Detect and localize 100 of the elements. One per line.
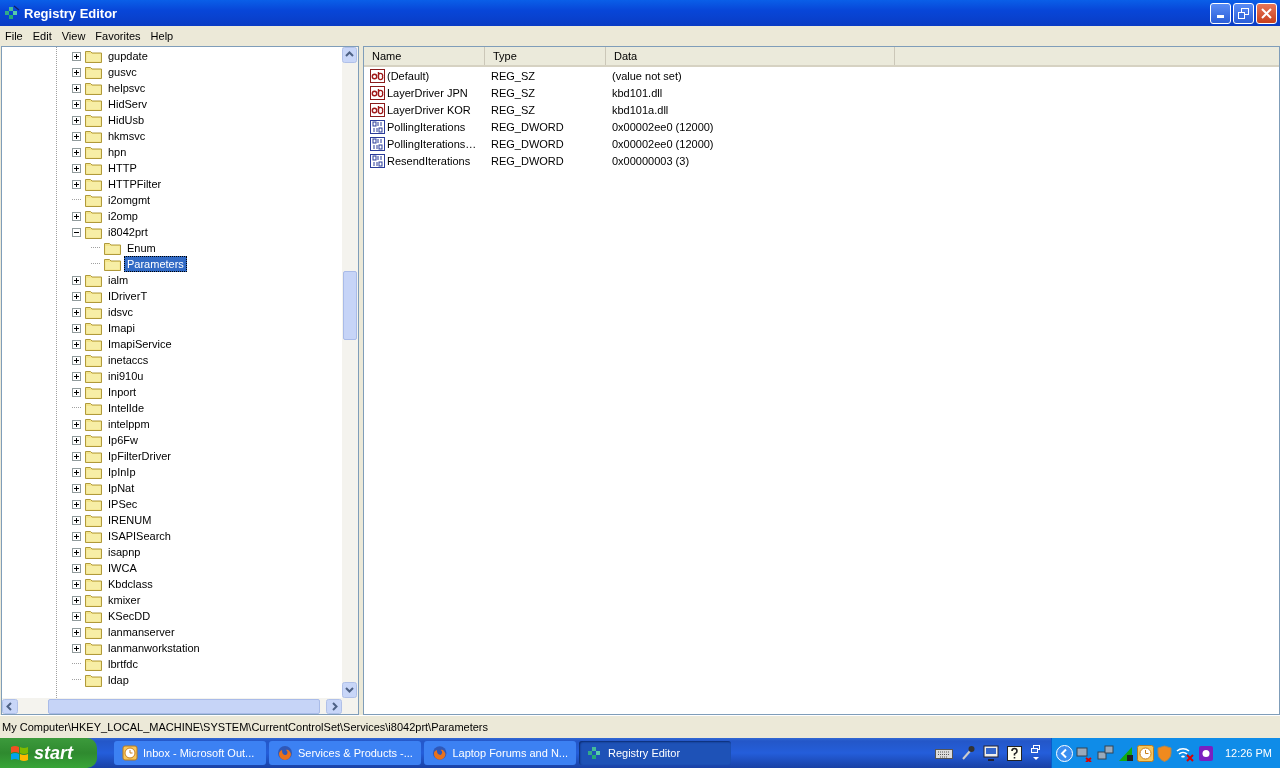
network-computers-icon[interactable] xyxy=(1096,744,1115,762)
expander-icon[interactable] xyxy=(72,563,81,573)
tree-item[interactable]: IRENUM xyxy=(105,512,155,528)
taskbar-button[interactable]: Registry Editor xyxy=(579,741,731,765)
vertical-scrollbar[interactable] xyxy=(342,47,358,698)
tree-item[interactable]: idsvc xyxy=(105,304,137,320)
expander-icon[interactable] xyxy=(72,547,81,557)
expander-icon[interactable] xyxy=(72,595,81,605)
app-icon[interactable] xyxy=(1197,744,1214,762)
tree-item[interactable]: Ip6Fw xyxy=(105,432,141,448)
tree-item[interactable]: Imapi xyxy=(105,320,138,336)
expander-icon[interactable] xyxy=(72,499,81,509)
expander-icon[interactable] xyxy=(72,147,81,157)
taskbar-button[interactable]: Services & Products -... xyxy=(269,741,421,765)
horizontal-scrollbar[interactable] xyxy=(2,698,358,714)
menu-item[interactable]: Help xyxy=(145,30,179,42)
column-header[interactable]: Type xyxy=(485,47,606,65)
expander-icon[interactable] xyxy=(72,371,81,381)
tree-item[interactable]: IpNat xyxy=(105,480,138,496)
expander-icon[interactable] xyxy=(72,291,81,301)
scroll-thumb[interactable] xyxy=(48,698,320,714)
keyboard-icon[interactable] xyxy=(934,747,953,759)
tree-item[interactable]: ialm xyxy=(105,272,132,288)
tree-item[interactable]: kmixer xyxy=(105,592,144,608)
expander-icon[interactable] xyxy=(72,643,81,653)
tree-item[interactable]: HTTP xyxy=(105,160,140,176)
tree-item[interactable]: ISAPISearch xyxy=(105,528,174,544)
chevron-left-icon[interactable] xyxy=(1055,744,1073,762)
expander-icon[interactable] xyxy=(72,227,81,237)
tree-item[interactable]: helpsvc xyxy=(105,80,149,96)
expander-icon[interactable] xyxy=(72,51,81,61)
tree-item[interactable]: Parameters xyxy=(124,256,187,272)
tree-item[interactable]: HTTPFilter xyxy=(105,176,165,192)
tree-item[interactable]: IDriverT xyxy=(105,288,151,304)
tree-item[interactable]: intelppm xyxy=(105,416,153,432)
start-button[interactable]: start xyxy=(0,738,97,768)
scroll-down-icon[interactable] xyxy=(342,682,357,698)
microphone-icon[interactable] xyxy=(960,745,975,761)
taskbar-button[interactable]: Laptop Forums and N... xyxy=(424,741,576,765)
expander-icon[interactable] xyxy=(72,515,81,525)
expander-icon[interactable] xyxy=(72,99,81,109)
expander-icon[interactable] xyxy=(72,579,81,589)
expander-icon[interactable] xyxy=(72,115,81,125)
value-name[interactable]: PollingIterations… xyxy=(387,137,477,150)
scroll-up-icon[interactable] xyxy=(342,47,357,63)
tree-item[interactable]: IWCA xyxy=(105,560,140,576)
expander-icon[interactable] xyxy=(72,435,81,445)
scroll-left-icon[interactable] xyxy=(2,698,18,714)
expander-icon[interactable] xyxy=(72,339,81,349)
menu-item[interactable]: View xyxy=(56,30,91,42)
clock-icon[interactable] xyxy=(1136,744,1154,762)
tree-item[interactable]: hkmsvc xyxy=(105,128,149,144)
tree-item[interactable]: lbrtfdc xyxy=(105,656,141,672)
tree-item[interactable]: IPSec xyxy=(105,496,141,512)
tree-item[interactable]: ImapiService xyxy=(105,336,175,352)
close-button[interactable] xyxy=(1256,2,1277,24)
value-name[interactable]: LayerDriver JPN xyxy=(387,86,468,99)
scroll-thumb[interactable] xyxy=(343,271,357,340)
expander-icon[interactable] xyxy=(72,387,81,397)
expander-icon[interactable] xyxy=(72,467,81,477)
menu-item[interactable]: Edit xyxy=(27,30,57,42)
expander-icon[interactable] xyxy=(72,627,81,637)
tree-item[interactable]: IntelIde xyxy=(105,400,148,416)
tree-item[interactable]: IpInIp xyxy=(105,464,139,480)
expander-icon[interactable] xyxy=(72,611,81,621)
expander-icon[interactable] xyxy=(72,307,81,317)
menu-item[interactable]: File xyxy=(0,30,28,42)
tree-item[interactable]: ini910u xyxy=(105,368,147,384)
tree-item[interactable]: Enum xyxy=(124,240,159,256)
menu-item[interactable]: Favorites xyxy=(90,30,146,42)
expander-icon[interactable] xyxy=(72,355,81,365)
help-icon[interactable] xyxy=(1006,745,1022,761)
window-switch-icon[interactable] xyxy=(1029,745,1042,761)
column-header[interactable]: Name xyxy=(364,47,485,65)
expander-icon[interactable] xyxy=(72,83,81,93)
tree-item[interactable]: IpFilterDriver xyxy=(105,448,174,464)
tree-item[interactable]: lanmanserver xyxy=(105,624,178,640)
minimize-button[interactable] xyxy=(1210,2,1231,24)
expander-icon[interactable] xyxy=(72,275,81,285)
tree-item[interactable]: lanmanworkstation xyxy=(105,640,203,656)
value-name[interactable]: ResendIterations xyxy=(387,154,471,167)
tree-item[interactable]: Inport xyxy=(105,384,140,400)
tree-item[interactable]: i2omp xyxy=(105,208,141,224)
monitor-icon[interactable] xyxy=(982,745,999,761)
expander-icon[interactable] xyxy=(72,451,81,461)
tree-item[interactable]: HidUsb xyxy=(105,112,148,128)
tree-item[interactable]: gusvc xyxy=(105,64,140,80)
taskbar-button[interactable]: Inbox - Microsoft Out... xyxy=(114,741,266,765)
expander-icon[interactable] xyxy=(72,163,81,173)
network-disconnected-icon[interactable] xyxy=(1075,744,1094,762)
value-name[interactable]: PollingIterations xyxy=(387,120,466,133)
value-name[interactable]: LayerDriver KOR xyxy=(387,103,471,116)
expander-icon[interactable] xyxy=(72,483,81,493)
expander-icon[interactable] xyxy=(72,211,81,221)
column-header[interactable]: Data xyxy=(606,47,895,65)
tree-item[interactable]: Kbdclass xyxy=(105,576,156,592)
tree-item[interactable]: i2omgmt xyxy=(105,192,154,208)
tree-item[interactable]: hpn xyxy=(105,144,130,160)
tree-item[interactable]: inetaccs xyxy=(105,352,152,368)
expander-icon[interactable] xyxy=(72,131,81,141)
